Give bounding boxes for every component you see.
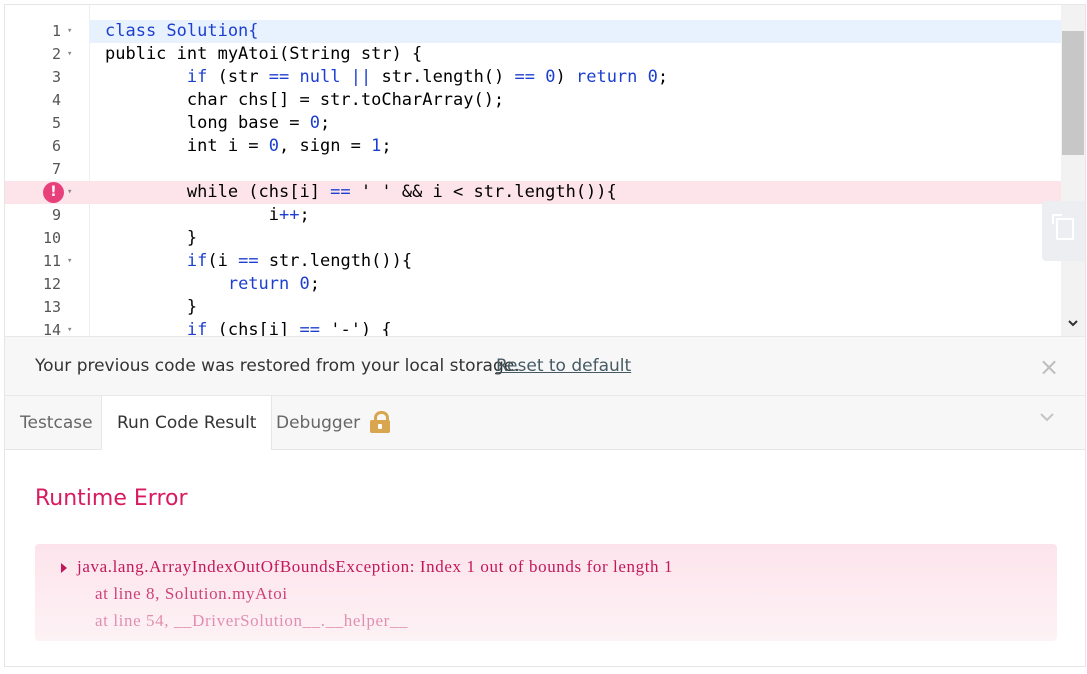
lock-icon [370,411,390,433]
leetcode-playground: 1 ▾ 2 ▾ 3 4 5 6 7! ▾ 9 10 11 ▾ 12 13 14 ▾ class Solution{… [4,4,1086,667]
line-number: 7 [5,158,89,181]
line-number: 9 [5,204,89,227]
line-number-text: 14 [42,321,61,336]
error-marker-icon[interactable]: ! [43,182,64,203]
tab-testcase[interactable]: Testcase [5,396,108,450]
line-number-text: 2 [51,45,61,63]
line-number: 2 ▾ [5,43,89,66]
reset-to-default-link[interactable]: Reset to default [496,356,631,376]
copy-icon [1052,214,1074,240]
line-number: 11 ▾ [5,250,89,273]
code-line[interactable]: int i = 0, sign = 1; [89,135,1061,158]
restore-notice: Your previous code was restored from you… [5,336,1085,396]
line-number-text: 12 [42,275,61,293]
scroll-up-icon[interactable] [1061,5,1085,27]
line-number-text: 10 [42,229,61,247]
code-line[interactable]: if (str == null || str.length() == 0) re… [89,66,1061,89]
vertical-scrollbar[interactable] [1061,5,1085,336]
code-line[interactable]: return 0; [89,273,1061,296]
fold-arrow-icon[interactable]: ▾ [67,181,72,204]
scrollbar-thumb[interactable] [1062,31,1084,155]
line-number: 6 [5,135,89,158]
copy-code-button[interactable] [1042,201,1085,261]
fold-arrow-icon[interactable]: ▾ [67,319,72,336]
code-line[interactable]: if (chs[i] == '-') { [89,319,1061,336]
code-editor[interactable]: 1 ▾ 2 ▾ 3 4 5 6 7! ▾ 9 10 11 ▾ 12 13 14 ▾ class Solution{… [5,5,1085,336]
result-status-title: Runtime Error [35,486,188,511]
line-number-text: 11 [42,252,61,270]
code-line[interactable]: if(i == str.length()){ [89,250,1061,273]
code-line[interactable]: } [89,296,1061,319]
line-number-gutter: 1 ▾ 2 ▾ 3 4 5 6 7! ▾ 9 10 11 ▾ 12 13 14 ▾ [5,5,90,336]
tab-debugger[interactable]: Debugger [261,396,375,450]
tab-run-code-result[interactable]: Run Code Result [101,396,273,450]
fold-arrow-icon[interactable]: ▾ [67,43,72,66]
line-number-text: 7 [51,160,61,178]
scroll-down-icon[interactable] [1061,314,1085,336]
code-line[interactable]: class Solution{ [89,20,1061,43]
error-output: java.lang.ArrayIndexOutOfBoundsException… [35,544,1057,641]
line-number: 5 [5,112,89,135]
line-number-text: 4 [51,91,61,109]
line-number-text: 3 [51,68,61,86]
code-line[interactable]: public int myAtoi(String str) { [89,43,1061,66]
line-number: 1 ▾ [5,20,89,43]
line-number: 3 [5,66,89,89]
code-line[interactable]: char chs[] = str.toCharArray(); [89,89,1061,112]
code-line[interactable]: long base = 0; [89,112,1061,135]
expand-triangle-icon[interactable] [61,563,67,573]
notice-text: Your previous code was restored from you… [35,356,520,376]
line-number: ! ▾ [5,181,89,204]
code-line[interactable]: while (chs[i] == ' ' && i < str.length()… [89,181,1061,204]
line-number-text: 1 [51,22,61,40]
error-message: java.lang.ArrayIndexOutOfBoundsException… [77,557,674,576]
line-number-text: 13 [42,298,61,316]
line-number-text: 5 [51,114,61,132]
line-number: 10 [5,227,89,250]
code-line[interactable]: } [89,227,1061,250]
line-number-text: 9 [51,206,61,224]
close-icon[interactable]: × [1039,355,1059,379]
console-tabs: Testcase Run Code Result Debugger [5,396,1085,450]
line-number: 13 [5,296,89,319]
line-number: 4 [5,89,89,112]
line-number-text: 6 [51,137,61,155]
chevron-down-icon[interactable] [1039,410,1054,424]
line-number: 14 ▾ [5,319,89,336]
code-line[interactable] [89,158,1061,181]
code-area[interactable]: class Solution{public int myAtoi(String … [89,5,1061,336]
run-result-panel: Runtime Error java.lang.ArrayIndexOutOfB… [5,450,1085,666]
fold-arrow-icon[interactable]: ▾ [67,250,72,273]
code-line[interactable]: i++; [89,204,1061,227]
stack-trace-line: at line 8, Solution.myAtoi [95,584,288,603]
stack-trace-line: at line 54, __DriverSolution__.__helper_… [95,611,409,630]
line-number: 12 [5,273,89,296]
fold-arrow-icon[interactable]: ▾ [67,20,72,43]
